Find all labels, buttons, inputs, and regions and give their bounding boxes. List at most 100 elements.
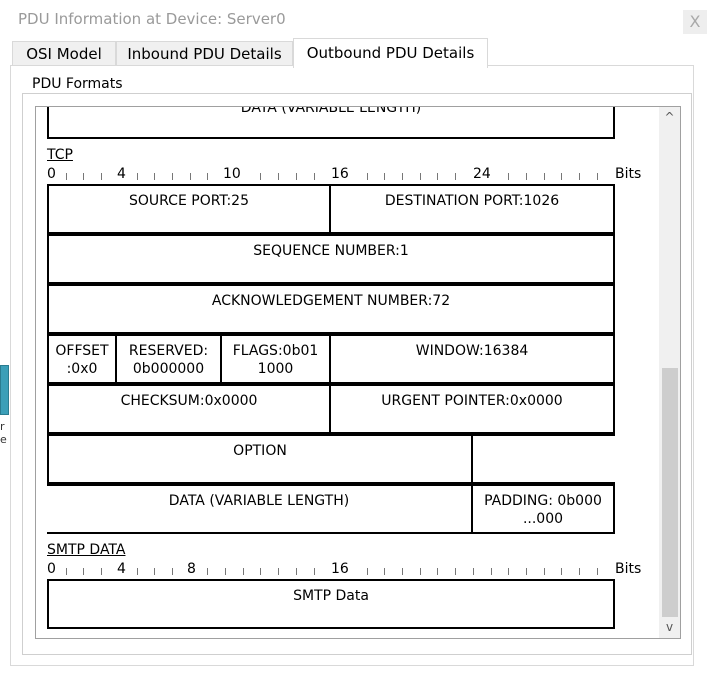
side-label: r e: [0, 420, 7, 446]
chevron-down-icon: v: [665, 620, 674, 634]
ruler-tick: [561, 173, 563, 180]
ruler-tick: [65, 173, 67, 180]
tcp-data-label: DATA (VARIABLE LENGTH): [168, 493, 350, 509]
ruler-tick: [579, 173, 580, 180]
previous-data-field: DATA (VARIABLE LENGTH): [47, 106, 615, 139]
ruler-tick: [83, 173, 85, 180]
ruler-tick: [437, 173, 439, 180]
tcp-destination-port-label: DESTINATION PORT:1026: [384, 193, 560, 209]
ruler-tick: [543, 173, 545, 180]
tcp-checksum-label: CHECKSUM:0x0000: [120, 393, 258, 409]
ruler-tick: [313, 173, 315, 180]
ruler-tick: [525, 568, 527, 575]
tcp-option: OPTION: [47, 434, 473, 484]
ruler-tick: [260, 568, 262, 575]
ruler-tick: [579, 568, 580, 575]
ruler-tick: [402, 568, 403, 575]
tab-inbound-pdu-details[interactable]: Inbound PDU Details: [116, 41, 293, 67]
smtp-section-title: SMTP DATA: [47, 542, 126, 558]
pdu-scroll-area[interactable]: DATA (VARIABLE LENGTH) TCP 0 4 10 16 24 …: [35, 106, 681, 639]
tcp-reserved-label: RESERVED:: [128, 343, 209, 359]
chevron-up-icon: ^: [664, 110, 675, 124]
tab-osi-model[interactable]: OSI Model: [12, 41, 116, 67]
tcp-checksum: CHECKSUM:0x0000: [47, 384, 331, 434]
smtp-data-label: SMTP Data: [293, 588, 369, 604]
smtp-ruler-bits: Bits: [615, 561, 642, 577]
tcp-sequence-number-label: SEQUENCE NUMBER:1: [253, 243, 409, 259]
tcp-ruler-24: 24: [473, 166, 491, 182]
ruler-tick: [490, 568, 492, 575]
ruler-tick: [419, 173, 421, 180]
ruler-tick: [154, 568, 156, 575]
tcp-window: WINDOW:16384: [329, 334, 615, 384]
ruler-tick: [242, 568, 244, 575]
tcp-padding-value: ...000: [522, 511, 564, 527]
tcp-source-port: SOURCE PORT:25: [47, 184, 331, 234]
tcp-option-label: OPTION: [233, 443, 287, 459]
tcp-offset: OFFSET :0x0: [47, 334, 117, 384]
tcp-padding: PADDING: 0b000 ...000: [471, 484, 615, 534]
scroll-thumb[interactable]: [662, 368, 678, 617]
scroll-up-button[interactable]: ^: [659, 107, 680, 128]
ruler-tick: [508, 173, 510, 180]
tcp-source-port-label: SOURCE PORT:25: [129, 193, 249, 209]
ruler-tick: [596, 173, 598, 180]
ruler-tick: [366, 568, 368, 575]
ruler-tick: [508, 568, 510, 575]
ruler-tick: [384, 568, 386, 575]
tcp-offset-label: OFFSET: [55, 343, 109, 359]
ruler-tick: [171, 173, 173, 180]
tcp-ruler-16: 16: [331, 166, 349, 182]
tcp-urgent-pointer: URGENT POINTER:0x0000: [329, 384, 615, 434]
ruler-tick: [295, 173, 297, 180]
ruler-tick: [437, 568, 439, 575]
ruler-tick: [384, 173, 386, 180]
tcp-reserved-value: 0b000000: [132, 361, 205, 377]
device-icon: [0, 365, 9, 415]
ruler-tick: [136, 173, 138, 180]
ruler-tick: [455, 173, 457, 180]
tcp-ruler-10: 10: [223, 166, 241, 182]
ruler-tick: [83, 568, 85, 575]
tcp-ack-label: ACKNOWLEDGEMENT NUMBER:72: [211, 293, 451, 309]
ruler-tick: [543, 568, 545, 575]
ruler-tick: [260, 173, 262, 180]
smtp-ruler-4: 4: [117, 561, 126, 577]
smtp-ruler-8: 8: [187, 561, 196, 577]
tcp-data: DATA (VARIABLE LENGTH): [47, 484, 473, 534]
smtp-ruler-0: 0: [47, 561, 56, 577]
previous-data-label: DATA (VARIABLE LENGTH): [240, 106, 422, 116]
ruler-tick: [154, 173, 156, 180]
ruler-tick: [207, 173, 209, 180]
title-bar: PDU Information at Device: Server0: [0, 0, 718, 38]
ruler-tick: [101, 568, 103, 575]
ruler-tick: [419, 568, 421, 575]
ruler-tick: [472, 568, 474, 575]
tcp-flags: FLAGS:0b01 1000: [220, 334, 331, 384]
tcp-option-empty: [471, 434, 615, 484]
tcp-reserved: RESERVED: 0b000000: [115, 334, 222, 384]
tcp-ruler-4: 4: [117, 166, 126, 182]
tcp-acknowledgement-number: ACKNOWLEDGEMENT NUMBER:72: [47, 284, 615, 334]
pdu-formats-label: PDU Formats: [28, 76, 127, 92]
smtp-data: SMTP Data: [47, 579, 615, 629]
ruler-tick: [65, 568, 67, 575]
tcp-window-label: WINDOW:16384: [415, 343, 529, 359]
scroll-down-button[interactable]: v: [659, 617, 680, 638]
close-button[interactable]: X: [683, 10, 707, 34]
ruler-tick: [561, 568, 563, 575]
ruler-tick: [101, 173, 103, 180]
ruler-tick: [278, 173, 280, 180]
smtp-ruler-16: 16: [331, 561, 349, 577]
tab-outbound-pdu-details[interactable]: Outbound PDU Details: [293, 38, 488, 68]
ruler-tick: [225, 568, 226, 575]
tab-strip: OSI Model Inbound PDU Details Outbound P…: [0, 38, 718, 68]
tcp-offset-value: :0x0: [66, 361, 98, 377]
ruler-tick: [136, 568, 138, 575]
tcp-section-title: TCP: [47, 147, 73, 163]
ruler-tick: [207, 568, 209, 575]
tcp-padding-label: PADDING: 0b000: [484, 493, 602, 509]
window-title: PDU Information at Device: Server0: [18, 10, 286, 28]
tcp-flags-label: FLAGS:0b01: [232, 343, 319, 359]
tcp-flags-value: 1000: [257, 361, 294, 377]
